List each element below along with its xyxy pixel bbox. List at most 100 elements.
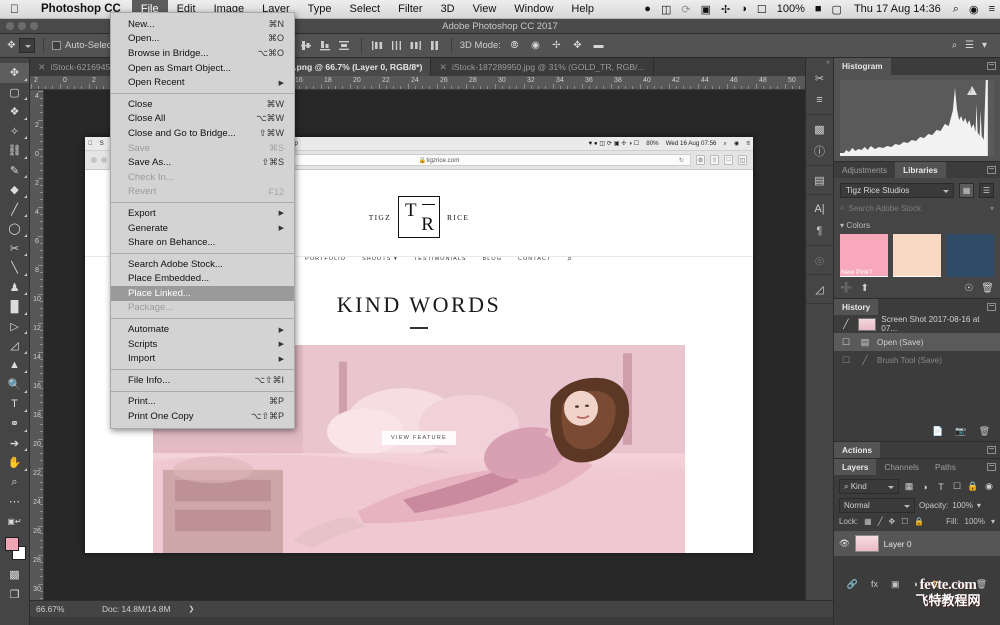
type-layer-filter-icon[interactable]: T xyxy=(935,482,947,492)
screen-mode-icon[interactable]: ❐ xyxy=(0,585,29,605)
crop-tool-icon[interactable]: ⛓ xyxy=(0,141,29,161)
adjustment-layer-filter-icon[interactable]: ◑ xyxy=(919,482,931,492)
distribute-right-icon[interactable] xyxy=(408,39,424,53)
dodge-tool-icon[interactable]: ◿ xyxy=(0,336,29,356)
default-colors-icon[interactable]: ▣↵ xyxy=(0,512,29,532)
new-snapshot-icon[interactable]: 📷 xyxy=(955,426,966,437)
zoom-level-field[interactable]: 66.67% xyxy=(30,604,92,614)
menu-type[interactable]: Type xyxy=(299,3,341,15)
sync-icon[interactable]: ☉ xyxy=(964,283,973,294)
file-menu-item[interactable]: Close⌘W xyxy=(111,97,294,112)
tab-history[interactable]: History xyxy=(834,299,878,315)
3d-slide-icon[interactable]: ✥ xyxy=(570,38,585,53)
file-menu-item[interactable]: Close All⌥⌘W xyxy=(111,112,294,127)
paint-bucket-tool-icon[interactable]: █ xyxy=(0,297,29,317)
chevron-down-icon[interactable]: ▾ xyxy=(990,204,994,213)
menu-view[interactable]: View xyxy=(464,3,506,15)
lasso-tool-icon[interactable]: ❖ xyxy=(0,102,29,122)
document-tab[interactable]: ✕ iStock-187289950.jpg @ 31% (GOLD_TR, R… xyxy=(431,58,653,76)
tab-actions[interactable]: Actions xyxy=(834,442,880,458)
tab-layers[interactable]: Layers xyxy=(834,459,876,475)
menubar-clock[interactable]: Thu 17 Aug 14:36 xyxy=(847,3,948,15)
file-menu-item[interactable]: Place Embedded... xyxy=(111,272,294,287)
colors-section-header[interactable]: ▾ Colors xyxy=(834,218,1000,232)
tab-paths[interactable]: Paths xyxy=(927,459,964,475)
path-selection-tool-icon[interactable]: ➔ xyxy=(0,434,29,454)
blur-tool-icon[interactable]: ▷ xyxy=(0,317,29,337)
sharpen-tool-icon[interactable]: ▲ xyxy=(0,356,29,376)
paragraph-icon[interactable]: ¶ xyxy=(806,220,833,242)
eraser-tool-icon[interactable]: ◯ xyxy=(0,219,29,239)
spot-healing-brush-tool-icon[interactable]: ◆ xyxy=(0,180,29,200)
delete-icon[interactable]: 🗑 xyxy=(981,283,994,294)
status-expand-icon[interactable]: ❯ xyxy=(170,605,194,613)
dropbox-icon[interactable]: ▣ xyxy=(696,3,716,16)
eyedropper-tool-icon[interactable]: ✎ xyxy=(0,161,29,181)
quick-mask-mode-icon[interactable]: ▩ xyxy=(0,565,29,585)
library-dropdown[interactable]: Tigz Rice Studios xyxy=(840,183,954,198)
timemachine-icon[interactable]: ⟳ xyxy=(676,3,695,16)
tab-libraries[interactable]: Libraries xyxy=(895,162,946,178)
quick-selection-tool-icon[interactable]: ✧ xyxy=(0,122,29,142)
lock-artboard-icon[interactable]: ☐ xyxy=(901,517,908,526)
file-menu-item[interactable]: Save As...⇧⌘S xyxy=(111,155,294,170)
opacity-chevron-icon[interactable]: ▾ xyxy=(977,501,981,510)
history-source-toggle-icon[interactable]: ☐ xyxy=(839,337,853,348)
adjustment-sliders-icon[interactable]: ≡ xyxy=(806,89,833,111)
tab-histogram[interactable]: Histogram xyxy=(834,58,891,75)
edit-toolbar-icon[interactable]: ⋯ xyxy=(0,492,29,512)
library-swatch[interactable]: New Pink? xyxy=(840,234,888,277)
lock-transparent-pixels-icon[interactable]: ▦ xyxy=(864,517,872,526)
properties-icon[interactable]: ▩ xyxy=(806,118,833,140)
input-source-icon[interactable]: ▢ xyxy=(827,3,847,16)
file-menu-item[interactable]: Print One Copy⌥⇧⌘P xyxy=(111,409,294,424)
file-menu-item[interactable]: Open Recent▶ xyxy=(111,75,294,90)
close-icon[interactable] xyxy=(6,22,14,30)
fill-value[interactable]: 100% xyxy=(965,517,985,526)
evernote-icon[interactable]: ● xyxy=(639,3,656,15)
distribute-horizontal-center-icon[interactable] xyxy=(389,39,405,53)
eye-icon[interactable]: 👁 xyxy=(839,538,850,549)
3d-pan-icon[interactable]: ✢ xyxy=(549,38,564,53)
file-menu-item[interactable]: Share on Behance... xyxy=(111,235,294,250)
clone-stamp-tool-icon[interactable]: ✂ xyxy=(0,239,29,259)
gradient-tool-icon[interactable]: ♟ xyxy=(0,278,29,298)
link-layers-icon[interactable]: 🔗 xyxy=(847,579,858,590)
distribute-left-icon[interactable] xyxy=(370,39,386,53)
upload-icon[interactable]: ⬆ xyxy=(860,283,868,294)
rectangular-marquee-tool-icon[interactable]: ▢ xyxy=(0,83,29,103)
add-mask-icon[interactable]: ▣ xyxy=(891,579,900,590)
color-picker-fill-icon[interactable]: ✂ xyxy=(806,67,833,89)
auto-select-checkbox[interactable] xyxy=(52,41,61,50)
panel-menu-icon[interactable] xyxy=(987,166,996,174)
foreground-color-swatch[interactable] xyxy=(5,537,19,551)
lock-position-icon[interactable]: ✥ xyxy=(889,517,896,526)
panel-menu-icon[interactable] xyxy=(987,303,996,311)
smart-object-filter-icon[interactable]: 🔒 xyxy=(967,481,979,492)
library-search-row[interactable]: ⌕ Search Adobe Stock ▾ xyxy=(834,203,1000,218)
add-icon[interactable]: ➕ xyxy=(840,283,852,294)
vertical-ruler[interactable]: 420246810121416182022242628303234 xyxy=(30,90,44,600)
panel-menu-icon[interactable] xyxy=(987,62,996,70)
path-tool-icon[interactable]: ⚭ xyxy=(0,414,29,434)
zoom-tool-icon[interactable]: ⌕ xyxy=(0,473,29,493)
panel-menu-icon[interactable] xyxy=(987,463,996,471)
search-icon[interactable]: ⌕ xyxy=(948,3,964,16)
wifi-icon[interactable]: ◑ xyxy=(735,3,752,15)
blend-mode-dropdown[interactable]: Normal xyxy=(839,498,915,513)
file-menu-item[interactable]: Scripts▶ xyxy=(111,337,294,352)
filter-power-icon[interactable]: ◉ xyxy=(983,481,995,492)
layer-style-fx-icon[interactable]: fx xyxy=(871,579,878,589)
file-menu-item[interactable]: Close and Go to Bridge...⇧⌘W xyxy=(111,126,294,141)
layer-row[interactable]: 👁 Layer 0 xyxy=(834,531,1000,556)
hand-tool-icon[interactable]: ✋ xyxy=(0,453,29,473)
distribute-vertical-icon[interactable] xyxy=(427,39,443,53)
file-menu-item[interactable]: Open as Smart Object... xyxy=(111,61,294,76)
file-menu-item[interactable]: Place Linked... xyxy=(111,286,294,301)
display-icon[interactable]: ◫ xyxy=(656,3,676,16)
pen-tool-icon[interactable]: 🔍 xyxy=(0,375,29,395)
3d-orbit-icon[interactable]: ⦾ xyxy=(507,38,522,53)
character-icon[interactable]: A| xyxy=(806,198,833,220)
tool-preset-dropdown[interactable] xyxy=(19,38,35,53)
file-menu-item[interactable]: Browse in Bridge...⌥⌘O xyxy=(111,46,294,61)
